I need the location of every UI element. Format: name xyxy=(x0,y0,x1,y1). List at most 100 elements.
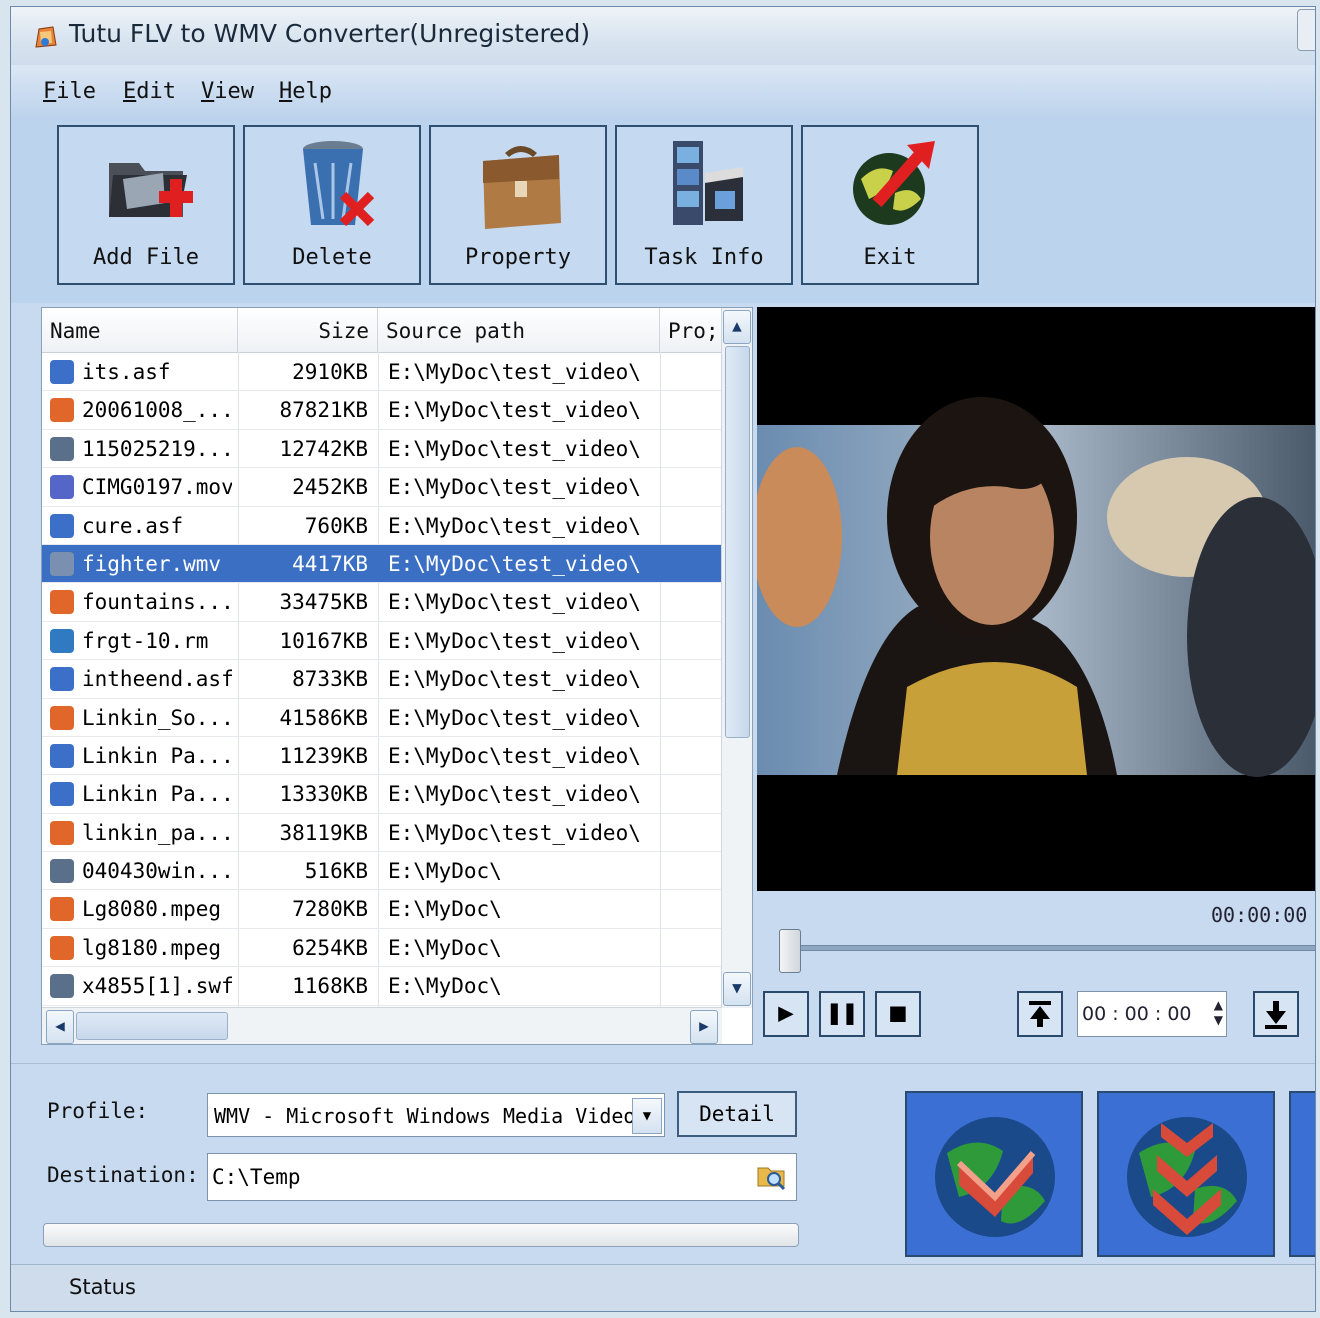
destination-value: C:\Temp xyxy=(212,1165,301,1189)
seek-bar[interactable] xyxy=(783,945,1315,951)
scroll-up-icon[interactable]: ▲ xyxy=(723,310,751,344)
profile-select[interactable]: WMV - Microsoft Windows Media Video ▼ xyxy=(207,1093,665,1137)
file-source-path: E:\MyDoc\test_video\ xyxy=(388,436,641,461)
horizontal-scrollbar[interactable]: ◀ ▶ xyxy=(42,1007,722,1044)
pause-icon: ❚❚ xyxy=(826,998,858,1028)
wmv-file-icon xyxy=(50,551,74,576)
property-label: Property xyxy=(465,245,571,270)
table-row[interactable]: its.asf 2910KB E:\MyDoc\test_video\ xyxy=(42,353,722,392)
set-end-button[interactable] xyxy=(1253,991,1299,1037)
video-frame xyxy=(752,307,1315,891)
asf-file-icon xyxy=(50,743,74,768)
file-name: CIMG0197.mov xyxy=(82,475,232,500)
file-size: 2910KB xyxy=(292,360,368,384)
scroll-down-icon[interactable]: ▼ xyxy=(723,972,751,1006)
vertical-scroll-thumb[interactable] xyxy=(725,346,750,738)
task-info-label: Task Info xyxy=(644,245,764,270)
asf-file-icon xyxy=(50,667,74,692)
table-row[interactable]: intheend.asf 8733KB E:\MyDoc\test_video\ xyxy=(42,660,722,699)
file-source-path: E:\MyDoc\test_video\ xyxy=(388,590,641,615)
exit-button[interactable]: Exit xyxy=(801,125,979,285)
file-source-path: E:\MyDoc\ xyxy=(388,897,502,922)
table-row[interactable]: Linkin_So... 41586KB E:\MyDoc\test_video\ xyxy=(42,699,722,737)
time-spinner-icon[interactable]: ▲ ▼ xyxy=(1214,998,1223,1028)
chevron-down-icon[interactable]: ▼ xyxy=(632,1098,662,1134)
table-row[interactable]: x4855[1].swf 1168KB E:\MyDoc\ xyxy=(42,967,722,1006)
file-size: 33475KB xyxy=(279,590,368,615)
file-size: 10167KB xyxy=(279,628,368,653)
minimize-button[interactable] xyxy=(1297,9,1315,51)
add-file-button[interactable]: Add File xyxy=(57,125,235,285)
task-info-button[interactable]: Task Info xyxy=(615,125,793,285)
pause-button[interactable]: ❚❚ xyxy=(819,991,865,1037)
list-header: Name Size Source path Pro; xyxy=(42,308,722,353)
file-rows: its.asf 2910KB E:\MyDoc\test_video\ 2006100… xyxy=(42,353,722,1006)
mpeg-file-icon xyxy=(50,398,74,423)
folder-add-icon xyxy=(109,163,193,217)
table-row[interactable]: linkin_pa... 38119KB E:\MyDoc\test_video\ xyxy=(42,814,722,853)
menu-view[interactable]: View xyxy=(201,79,254,104)
table-row[interactable]: Linkin Pa... 13330KB E:\MyDoc\test_video\ xyxy=(42,775,722,814)
delete-button[interactable]: Delete xyxy=(243,125,421,285)
table-row[interactable]: Lg8080.mpeg 7280KB E:\MyDoc\ xyxy=(42,890,722,929)
file-source-path: E:\MyDoc\test_video\ xyxy=(388,820,641,845)
extra-action-button[interactable] xyxy=(1289,1091,1315,1257)
detail-button[interactable]: Detail xyxy=(677,1091,797,1137)
table-row[interactable]: 115025219... 12742KB E:\MyDoc\test_video\ xyxy=(42,430,722,469)
file-name: Linkin Pa... xyxy=(82,782,232,807)
scroll-right-icon[interactable]: ▶ xyxy=(690,1010,718,1044)
table-row[interactable]: fountains... 33475KB E:\MyDoc\test_video\ xyxy=(42,583,722,622)
table-row[interactable]: cure.asf 760KB E:\MyDoc\test_video\ xyxy=(42,507,722,545)
file-name: x4855[1].swf xyxy=(82,974,232,999)
menu-edit[interactable]: Edit xyxy=(123,79,176,104)
column-header-name[interactable]: Name xyxy=(42,308,238,352)
file-size: 38119KB xyxy=(279,820,368,845)
property-button[interactable]: Property xyxy=(429,125,607,285)
file-size: 41586KB xyxy=(279,705,368,730)
table-row[interactable]: Linkin Pa... 11239KB E:\MyDoc\test_video\ xyxy=(42,737,722,776)
menu-file[interactable]: File xyxy=(43,79,96,104)
column-header-size[interactable]: Size xyxy=(238,308,378,352)
table-row[interactable]: 20061008_... 87821KB E:\MyDoc\test_video\ xyxy=(42,391,722,430)
play-button[interactable]: ▶ xyxy=(763,991,809,1037)
profile-value: WMV - Microsoft Windows Media Video xyxy=(214,1104,636,1128)
column-header-source-path[interactable]: Source path xyxy=(378,308,660,352)
file-name: linkin_pa... xyxy=(82,820,232,845)
file-size: 2452KB xyxy=(292,475,368,500)
convert-button[interactable] xyxy=(905,1091,1083,1257)
table-row[interactable]: 040430win... 516KB E:\MyDoc\ xyxy=(42,852,722,891)
vertical-scrollbar[interactable]: ▲ ▼ xyxy=(721,308,752,1008)
file-name: Lg8080.mpeg xyxy=(82,897,222,922)
globe-batch-convert-icon xyxy=(1127,1117,1247,1237)
table-row[interactable]: CIMG0197.mov 2452KB E:\MyDoc\test_video\ xyxy=(42,468,722,507)
destination-field[interactable]: C:\Temp xyxy=(207,1153,797,1201)
table-row[interactable]: frgt-10.rm 10167KB E:\MyDoc\test_video\ xyxy=(42,622,722,661)
file-list: Name Size Source path Pro; its.asf 2910KB… xyxy=(41,307,753,1045)
column-header-progress[interactable]: Pro; xyxy=(660,308,722,352)
table-row[interactable]: fighter.wmv 4417KB E:\MyDoc\test_video\ xyxy=(42,544,722,584)
status-bar: Status xyxy=(11,1264,1315,1311)
stop-button[interactable]: ■ xyxy=(875,991,921,1037)
batch-convert-button[interactable] xyxy=(1097,1091,1275,1257)
film-task-icon xyxy=(673,141,743,225)
exit-label: Exit xyxy=(863,245,917,270)
browse-folder-icon[interactable] xyxy=(756,1160,788,1192)
file-source-path: E:\MyDoc\test_video\ xyxy=(388,628,641,653)
status-text: Status xyxy=(69,1275,136,1299)
table-row[interactable]: lg8180.mpeg 6254KB E:\MyDoc\ xyxy=(42,929,722,968)
file-name: 040430win... xyxy=(82,859,232,884)
seek-handle[interactable] xyxy=(779,929,801,973)
mov-file-icon xyxy=(50,475,74,500)
horizontal-scroll-thumb[interactable] xyxy=(76,1012,228,1040)
mpeg-file-icon xyxy=(50,820,74,845)
file-source-path: E:\MyDoc\test_video\ xyxy=(388,475,641,500)
scroll-left-icon[interactable]: ◀ xyxy=(46,1010,74,1044)
globe-convert-icon xyxy=(935,1117,1055,1237)
mpeg-file-icon xyxy=(50,935,74,960)
file-name: lg8180.mpeg xyxy=(82,935,222,960)
menu-help[interactable]: Help xyxy=(279,79,332,104)
rm-file-icon xyxy=(50,628,74,653)
set-start-button[interactable] xyxy=(1017,991,1063,1037)
time-input[interactable]: 00 : 00 : 00 ▲ ▼ xyxy=(1077,991,1227,1037)
file-size: 8733KB xyxy=(292,667,368,692)
